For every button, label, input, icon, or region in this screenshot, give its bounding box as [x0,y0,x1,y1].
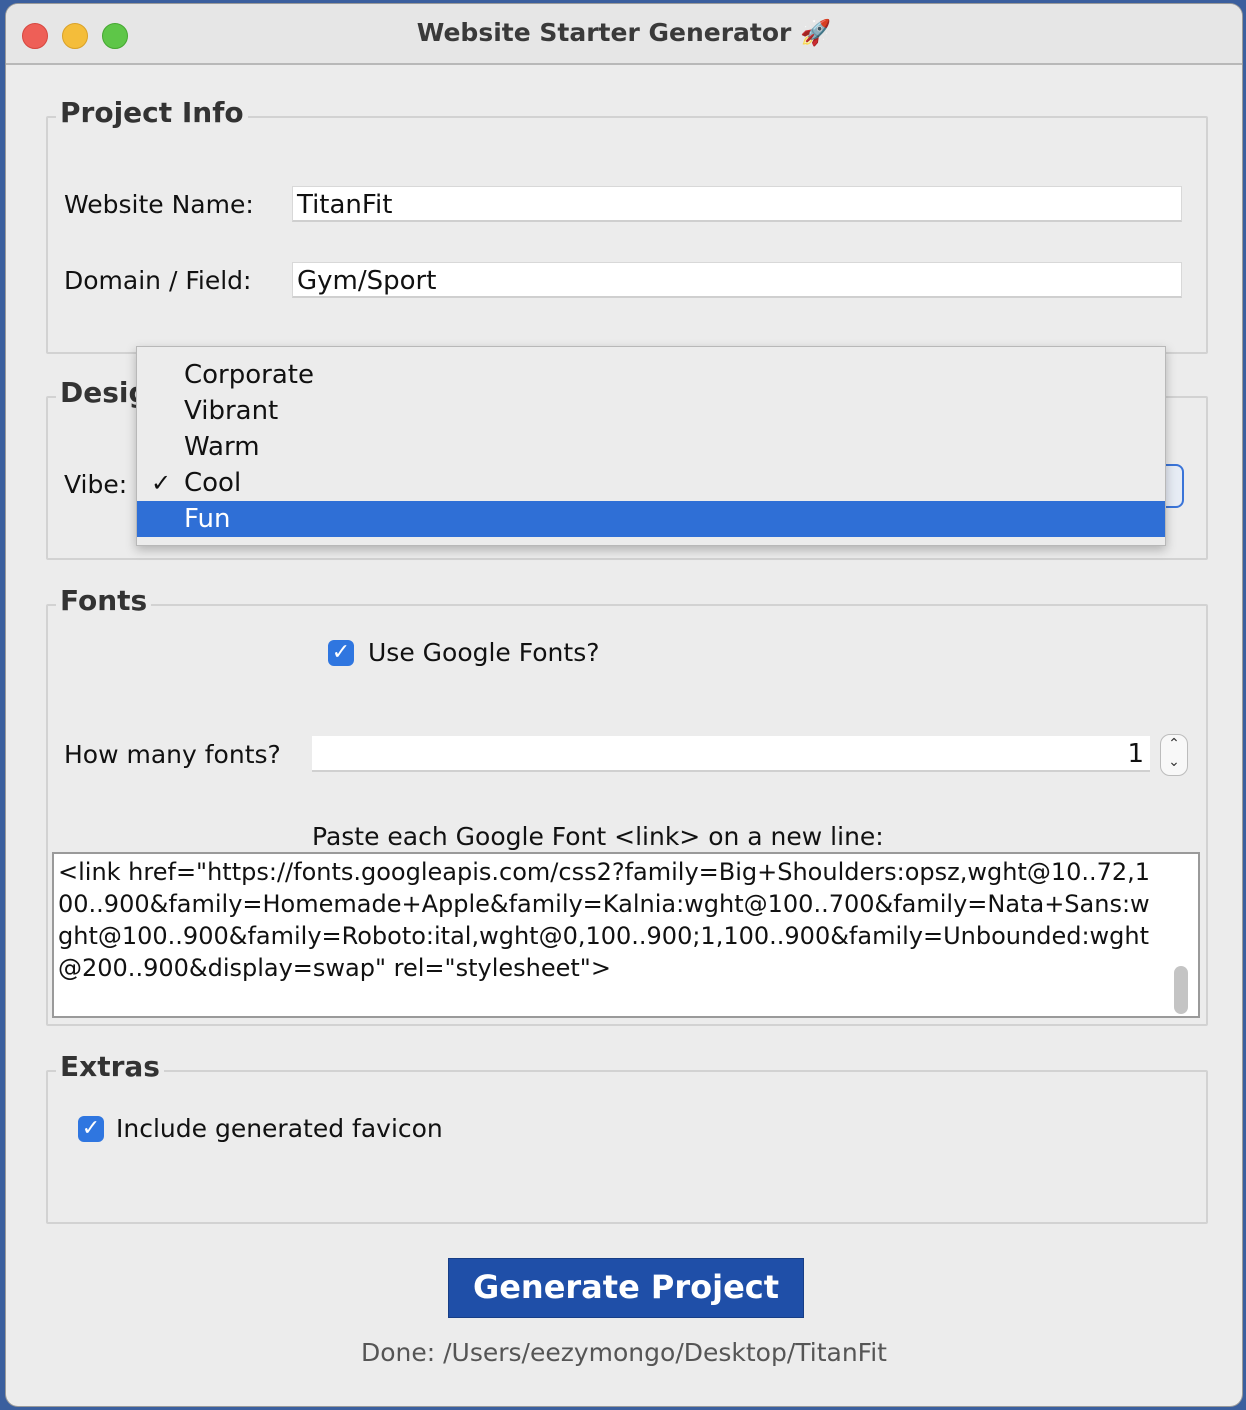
favicon-checkbox[interactable]: ✓ [78,1116,104,1142]
domain-label: Domain / Field: [64,266,252,295]
favicon-label: Include generated favicon [116,1114,443,1143]
domain-field[interactable]: Gym/Sport [292,262,1182,298]
project-info-group: Project Info Website Name: TitanFit Doma… [46,96,1208,354]
use-google-fonts-checkbox[interactable]: ✓ [328,640,354,666]
chevron-up-icon[interactable]: ⌃ [1161,735,1187,753]
paste-fonts-label: Paste each Google Font <link> on a new l… [312,822,884,851]
vibe-option-vibrant[interactable]: Vibrant [137,393,1165,429]
font-count-spinner[interactable]: 1 [312,736,1150,772]
extras-group: Extras ✓ Include generated favicon [46,1050,1208,1224]
fonts-group: Fonts ✓ Use Google Fonts? How many fonts… [46,584,1208,1026]
textarea-scrollbar[interactable] [1174,966,1188,1014]
vibe-option-label: Vibrant [184,396,279,426]
how-many-fonts-label: How many fonts? [64,740,281,769]
website-name-label: Website Name: [64,190,254,219]
vibe-label: Vibe: [64,470,128,499]
vibe-option-cool[interactable]: ✓ Cool [137,465,1165,501]
vibe-option-label: Cool [184,468,242,498]
vibe-option-label: Warm [184,432,260,462]
use-google-fonts-label: Use Google Fonts? [368,638,600,667]
chevron-down-icon[interactable]: ⌄ [1161,753,1187,771]
title-bar: Website Starter Generator 🚀 [6,4,1242,65]
checkmark-icon: ✓ [151,469,172,497]
vibe-option-fun[interactable]: Fun [137,501,1165,537]
status-text: Done: /Users/eezymongo/Desktop/TitanFit [360,1338,887,1367]
vibe-option-label: Fun [184,504,231,534]
vibe-dropdown-menu: Corporate Vibrant Warm ✓ Cool Fun [136,346,1166,546]
website-name-field[interactable]: TitanFit [292,186,1182,222]
app-window: Website Starter Generator 🚀 Project Info… [6,4,1242,1406]
fonts-legend: Fonts [56,584,152,617]
vibe-option-corporate[interactable]: Corporate [137,357,1165,393]
project-info-legend: Project Info [56,96,248,129]
window-title: Website Starter Generator 🚀 [416,18,832,47]
extras-legend: Extras [56,1050,164,1083]
font-links-textarea[interactable]: <link href="https://fonts.googleapis.com… [52,852,1200,1018]
generate-project-button[interactable]: Generate Project [448,1258,804,1318]
font-count-stepper[interactable]: ⌃ ⌄ [1160,734,1188,776]
vibe-option-label: Corporate [184,360,314,390]
vibe-option-warm[interactable]: Warm [137,429,1165,465]
